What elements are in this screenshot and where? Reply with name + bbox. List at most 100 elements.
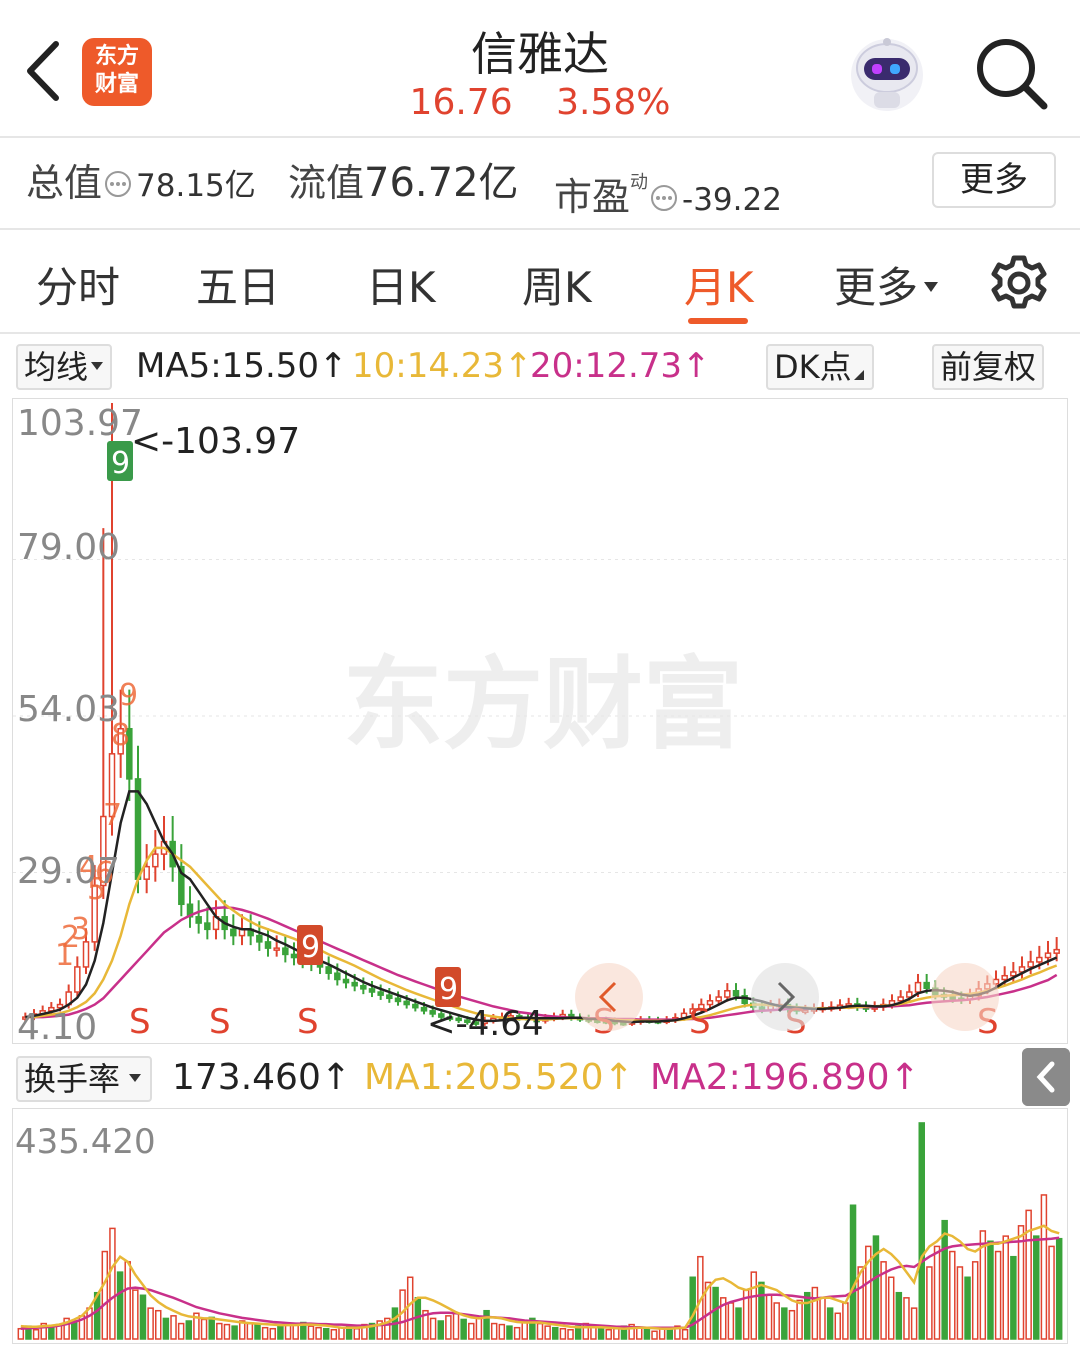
period-tabs: 分时 五日 日K 周K 月K 更多 [0, 232, 1080, 334]
turnover-bar [506, 1325, 513, 1340]
turnover-bar [353, 1327, 361, 1340]
kline-chart[interactable]: 东方财富 SSSSSSS123456789999 103.97 79.00 54… [12, 398, 1068, 1048]
turnover-bar [101, 1250, 109, 1340]
turnover-bar [956, 1266, 964, 1340]
td-count-badge-label: 9 [301, 930, 320, 965]
tab-daily-k[interactable]: 日K [366, 254, 436, 315]
turnover-bar [926, 1266, 933, 1340]
turnover-bar [315, 1326, 322, 1340]
turnover-bar [887, 1276, 895, 1340]
turnover-bar [643, 1328, 651, 1340]
chart-prev-page-icon[interactable] [575, 963, 643, 1031]
turnover-bar [597, 1327, 605, 1340]
turnover-bar [483, 1309, 490, 1340]
turnover-bar [109, 1227, 116, 1340]
candle-body [152, 853, 159, 868]
forward-adjust-button[interactable]: 前复权 [932, 344, 1045, 390]
turnover-bar [1017, 1225, 1025, 1340]
turnover-bar [1033, 1235, 1040, 1340]
candle-body [204, 922, 211, 931]
stock-change-pct: 3.58% [556, 82, 671, 123]
info-icon[interactable] [104, 170, 132, 198]
stock-name: 信雅达 [471, 27, 609, 81]
ma5-value: MA5:15.50↑ [136, 346, 348, 386]
dk-point-selector[interactable]: DK点 [766, 344, 874, 390]
sell-signal-label: S [209, 1002, 231, 1042]
total-value: 78.15亿 [136, 168, 256, 204]
turnover-selector[interactable]: 换手率 [16, 1056, 153, 1102]
td-count-label: 3 [71, 912, 90, 947]
candle-body [360, 984, 367, 990]
turnover-bar [185, 1320, 193, 1340]
candle-body [715, 996, 722, 1002]
float-value-label: 流值 [288, 161, 365, 205]
indicator-selector[interactable]: 均线 [16, 344, 113, 390]
total-value-label: 总值 [26, 161, 103, 205]
turnover-bar [307, 1325, 315, 1340]
y-tick-2: 79.00 [17, 527, 120, 568]
turnover-bar [330, 1328, 338, 1340]
turnover-bar [261, 1326, 269, 1340]
turnover-bar [803, 1291, 811, 1340]
chart-zoom-circle-icon[interactable] [931, 963, 999, 1031]
tab-weekly-k[interactable]: 周K [522, 254, 592, 315]
turnover-bar [689, 1276, 696, 1340]
logo-text-line1: 东方 [94, 44, 139, 69]
turnover-bar [796, 1299, 803, 1340]
candle-body [368, 988, 376, 993]
turnover-bar [849, 1204, 857, 1340]
turnover-bar [216, 1322, 223, 1340]
turnover-bar [460, 1318, 467, 1340]
kline-ma-lines [25, 790, 1058, 1024]
tab-intraday[interactable]: 分时 [36, 254, 120, 315]
turnover-bar [536, 1322, 544, 1340]
turnover-bar [231, 1325, 238, 1340]
collapse-panel-icon[interactable] [1022, 1048, 1070, 1106]
ma10-value: 10:14.23↑ [352, 346, 533, 386]
turnover-bar [200, 1318, 208, 1340]
ma-row: 均线 MA5:15.50↑ 10:14.23↑ 20:12.73↑ DK点 前复… [0, 336, 1080, 396]
turnover-bar [132, 1289, 139, 1340]
turnover-bar [964, 1276, 971, 1340]
turnover-bar [468, 1322, 475, 1340]
tab-more[interactable]: 更多 [834, 254, 940, 315]
back-arrow-icon[interactable] [22, 38, 66, 104]
y-tick-4: 29.07 [17, 851, 120, 892]
turnover-bars [17, 1122, 1063, 1340]
turnover-bar [513, 1326, 521, 1340]
settings-gear-icon[interactable] [990, 254, 1048, 312]
turnover-bar [177, 1322, 185, 1340]
candle-body [282, 947, 289, 956]
turnover-bar [727, 1302, 735, 1340]
watermark: 东方财富 [343, 646, 743, 763]
y-tick-min: 4.10 [17, 1007, 97, 1043]
search-icon[interactable] [972, 34, 1052, 114]
tab-five-day[interactable]: 五日 [196, 254, 280, 315]
turnover-max-tick: 435.420 [15, 1122, 156, 1162]
more-metrics-button[interactable]: 更多 [932, 152, 1056, 208]
assistant-robot-icon[interactable] [846, 34, 928, 116]
turnover-bar [48, 1326, 55, 1340]
turnover-bar [338, 1326, 345, 1340]
app-logo[interactable]: 东方 财富 [82, 38, 152, 106]
ma5-line [25, 790, 1058, 1024]
turnover-bar [941, 1219, 948, 1340]
tab-more-label: 更多 [834, 263, 919, 312]
info-icon[interactable] [650, 184, 678, 212]
turnover-bar [971, 1261, 979, 1340]
candle-body [264, 941, 272, 949]
candle-body [1001, 974, 1008, 981]
sell-signal-label: S [129, 1002, 151, 1042]
turnover-bar [910, 1307, 918, 1340]
logo-text-line2: 财富 [94, 72, 139, 97]
chart-next-page-icon[interactable] [751, 963, 819, 1031]
candle-body [351, 981, 358, 987]
turnover-bar [987, 1240, 994, 1340]
turnover-bar [116, 1271, 124, 1340]
turnover-row: 换手率 173.460↑ MA1:205.520↑ MA2:196.890↑ [0, 1048, 1080, 1106]
turnover-bar [750, 1271, 758, 1340]
stock-price: 16.76 [409, 82, 513, 123]
tab-monthly-k[interactable]: 月K [684, 254, 754, 315]
turnover-bar [605, 1328, 612, 1340]
turnover-chart[interactable]: 435.420 [12, 1108, 1068, 1344]
